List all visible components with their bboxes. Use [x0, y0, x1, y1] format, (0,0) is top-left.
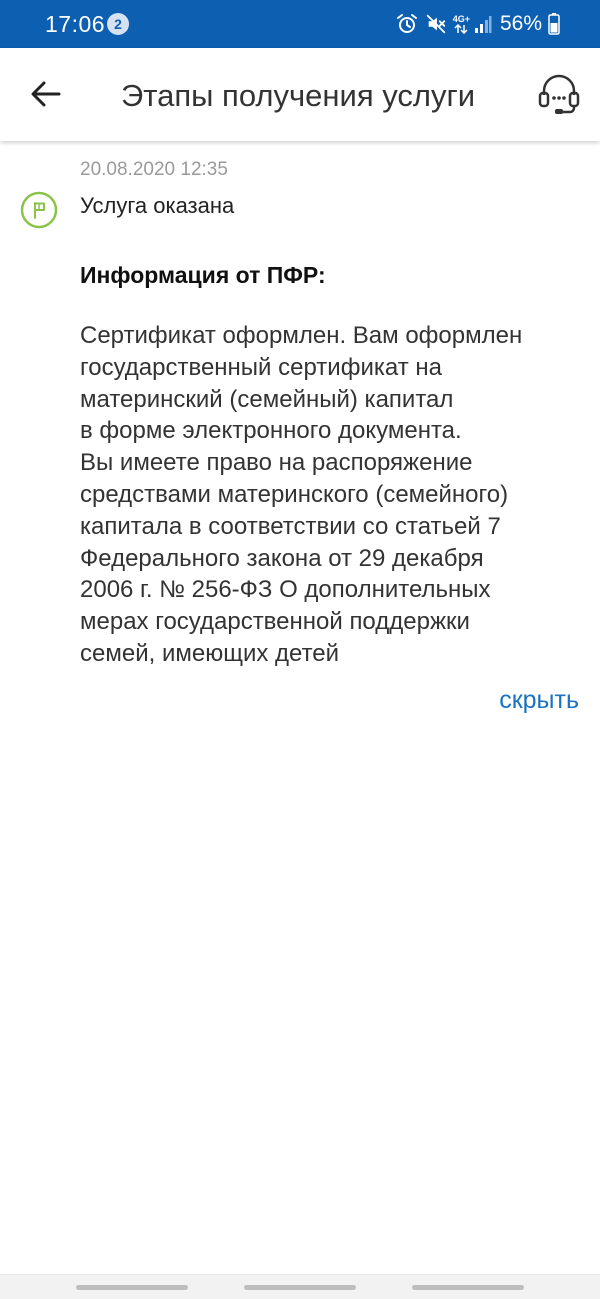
info-text-line: капитала в соответствии со статьей 7: [80, 512, 501, 540]
hide-link[interactable]: скрыть: [499, 684, 579, 716]
nav-back-handle[interactable]: [412, 1285, 524, 1290]
status-time: 17:06: [45, 11, 106, 37]
alarm-icon: [395, 12, 419, 36]
status-icons: 4G+ 56%: [395, 11, 560, 37]
info-text-line: материнский (семейный) капитал: [80, 385, 454, 413]
flag-icon: [20, 191, 58, 229]
info-text-line: Федерального закона от 29 декабря: [80, 544, 484, 572]
nav-home-handle[interactable]: [244, 1285, 356, 1290]
stage-status: Услуга оказана: [80, 193, 235, 218]
info-text-line: 2006 г. № 256-ФЗ О дополнительных: [80, 576, 491, 604]
signal-icon: [474, 14, 492, 34]
page-title: Этапы получения услуги: [121, 78, 476, 113]
notification-count-badge: 2: [107, 13, 129, 35]
headset-icon: [537, 73, 581, 120]
nav-recent-handle[interactable]: [76, 1285, 188, 1290]
network-label: 4G+: [452, 14, 470, 24]
info-text: Сертификат оформлен. Вам оформлен госуда…: [80, 320, 585, 670]
arrow-left-icon: [31, 81, 61, 112]
status-bar: 17:06 2 4G+ 56%: [0, 0, 600, 48]
stage-date: 20.08.2020 12:35: [80, 159, 228, 180]
info-heading: Информация от ПФР:: [80, 262, 326, 288]
screen: 17:06 2 4G+ 56% Этапы получения услуги 2…: [0, 0, 600, 1299]
info-text-line: в форме электронного документа.: [80, 417, 462, 445]
mute-icon: [425, 13, 447, 35]
battery-icon: [548, 13, 560, 35]
info-text-line: Сертификат оформлен. Вам оформлен: [80, 322, 523, 349]
app-bar: Этапы получения услуги: [0, 48, 600, 141]
info-text-line: Вы имеете право на распоряжение: [80, 449, 473, 477]
info-text-line: средствами материнского (семейного): [80, 480, 509, 508]
support-button[interactable]: [533, 72, 585, 120]
info-text-line: семей, имеющих детей: [80, 639, 340, 667]
info-text-line: мерах государственной поддержки: [80, 608, 470, 636]
info-text-line: государственный сертификат на: [80, 353, 442, 381]
battery-percent: 56%: [499, 12, 542, 35]
system-nav-bar: [0, 1274, 600, 1299]
network-4g-icon: 4G+: [453, 14, 470, 34]
back-button[interactable]: [22, 72, 70, 120]
